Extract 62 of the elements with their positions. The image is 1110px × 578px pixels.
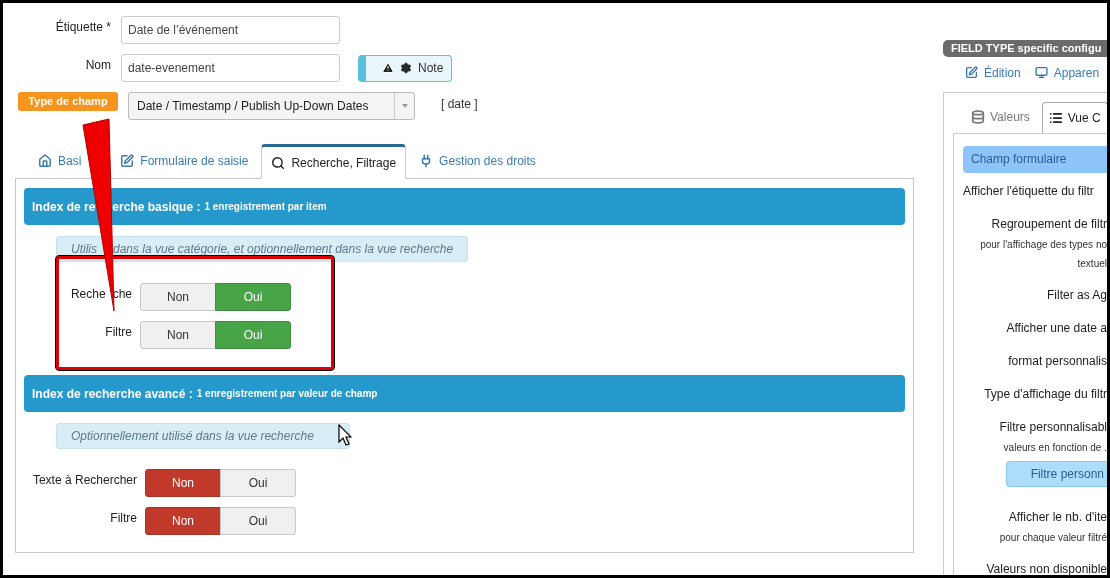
note-button[interactable]: Note — [358, 54, 453, 82]
toggle-option[interactable]: Oui — [215, 283, 291, 311]
field-type-code: [ date ] — [441, 96, 478, 113]
option-label: Filtre personnalisabl — [998, 418, 1107, 436]
panel-header: FIELD TYPE specific configu — [943, 40, 1107, 57]
tab[interactable]: Recherche, Filtrage — [261, 144, 407, 179]
toggle-option[interactable]: Oui — [220, 469, 296, 497]
section-subtitle: 1 enregistrement par item — [204, 200, 327, 214]
edit-icon — [965, 66, 978, 79]
monitor-icon — [1034, 66, 1048, 79]
panel-tab[interactable]: Vue C — [1041, 101, 1107, 134]
toggle-option[interactable]: Non — [145, 507, 221, 535]
hint-text: pour chaque valeur filtré — [998, 530, 1107, 545]
toggle-option[interactable]: Oui — [215, 321, 291, 349]
option-label: Regroupement de filtr — [990, 215, 1107, 233]
toggle-option[interactable]: Non — [140, 321, 216, 349]
field-label: Étiquette * — [54, 18, 112, 36]
option-label: Valeurs non disponible — [985, 560, 1107, 575]
option-label: Filter as Ag — [1045, 286, 1107, 304]
hint-text: pour l'affichage des types no — [979, 237, 1107, 252]
tab-icon — [38, 153, 52, 168]
text-field[interactable]: date-evenement — [121, 54, 340, 82]
settings-icon — [400, 62, 412, 74]
hint-text: textuel — [1076, 256, 1107, 271]
tab[interactable]: Gestion des droits — [410, 143, 545, 178]
section-title: Index de re — [32, 198, 96, 216]
database-icon — [971, 109, 985, 124]
note-text: Optionnellement utilisé dans la vue recherche — [71, 428, 314, 445]
option-label: Afficher le nb. d'ite — [1007, 508, 1107, 526]
note-text: Utilis — [71, 241, 97, 258]
tab-icon — [120, 153, 135, 168]
tab[interactable]: Basi — [29, 143, 82, 178]
section-title: erche basique : — [112, 198, 201, 216]
option-label: Texte à Rechercher — [32, 472, 137, 489]
field-type-select[interactable]: Date / Timestamp / Publish Up-Down Dates — [128, 92, 415, 120]
tab-icon — [271, 155, 286, 170]
mouse-pointer-icon — [338, 424, 352, 446]
field-label: Nom — [84, 57, 112, 74]
option-label: Afficher une date a — [1005, 319, 1107, 337]
hint-text: valeurs en fonction de . — [1002, 440, 1107, 455]
toggle-option[interactable]: Oui — [220, 507, 296, 535]
toggle-option[interactable]: Non — [140, 283, 216, 311]
section-subtitle: 1 enregistrement par valeur de champ — [196, 387, 378, 401]
field-type-badge: Type de champ — [18, 92, 118, 111]
custom-filter-button[interactable]: Filtre personn — [1005, 460, 1107, 487]
text-field[interactable]: Date de l’événement — [121, 16, 340, 44]
note-text: dans la vue catégorie, et optionnellement dans la vue recherche — [113, 241, 454, 258]
option-label: format personnalis — [1007, 352, 1107, 370]
panel-link[interactable]: Apparen — [1034, 63, 1100, 82]
tab[interactable]: Formulaire de saisie — [117, 143, 258, 178]
list-icon — [1048, 110, 1063, 125]
option-label: Filtre — [105, 324, 132, 341]
panel-tab[interactable]: Valeurs — [965, 100, 1036, 133]
option-label: Filtre — [110, 510, 137, 527]
option-label: Type d'affichage du filtr — [983, 385, 1107, 403]
panel-link[interactable]: Édition — [965, 63, 1021, 82]
group-header: Champ formulaire — [963, 145, 1107, 173]
option-label: Reche — [70, 286, 106, 303]
warning-icon — [382, 62, 394, 74]
section-title: Index de recherche avancé : — [32, 385, 193, 403]
option-label: Afficher l'étiquette du filtr — [963, 182, 1095, 200]
toggle-option[interactable]: Non — [145, 469, 221, 497]
